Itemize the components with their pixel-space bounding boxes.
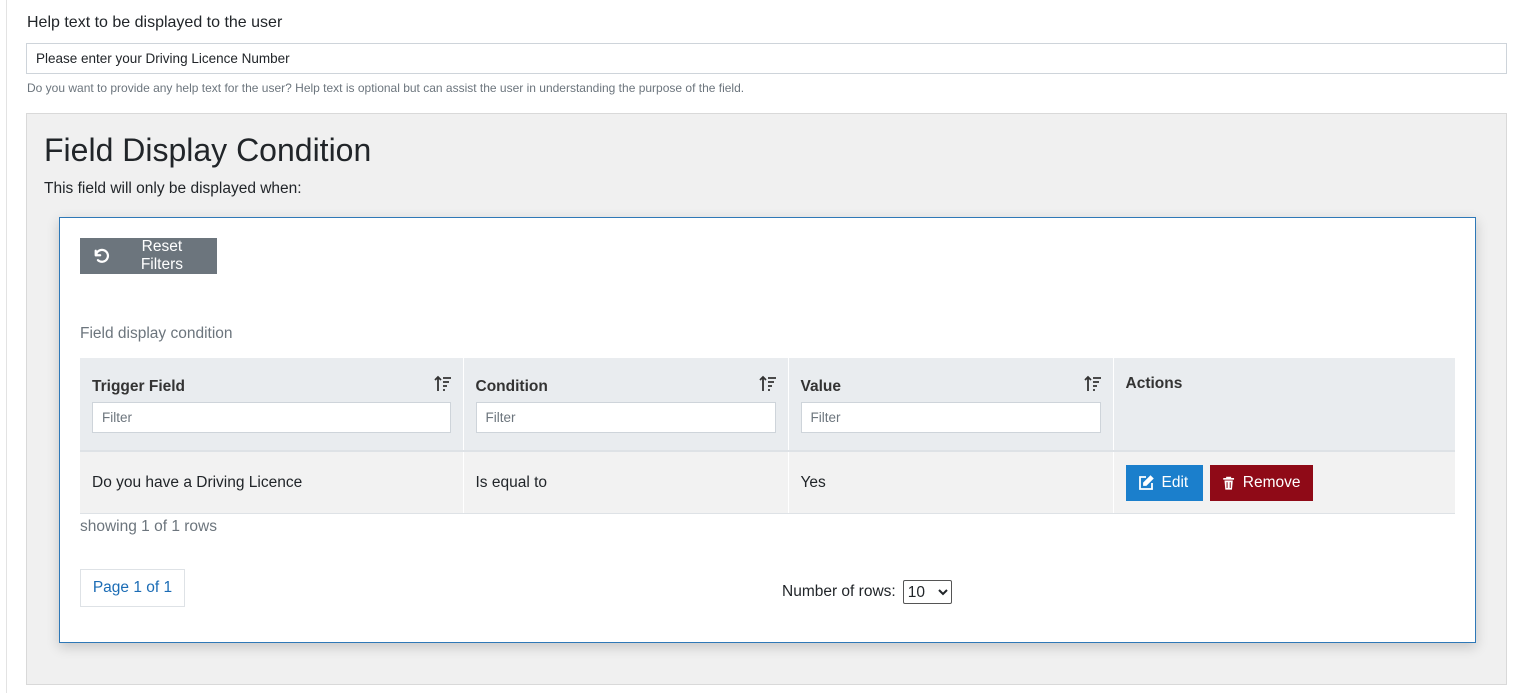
trigger-field-cell: Do you have a Driving Licence [80,451,463,514]
trigger-field-filter-input[interactable] [92,402,451,433]
rows-per-page: Number of rows: 10 [782,580,952,604]
conditions-panel: Reset Filters Field display condition Tr… [59,217,1476,643]
help-text-label: Help text to be displayed to the user [27,14,283,31]
condition-filter-input[interactable] [475,402,776,433]
reset-filters-button[interactable]: Reset Filters [80,238,217,274]
remove-button[interactable]: Remove [1209,464,1313,501]
value-cell: Yes [787,451,1113,514]
edit-label: Edit [1161,473,1189,491]
table-caption: Field display condition [80,325,233,342]
edit-icon [1138,474,1154,490]
value-filter-input[interactable] [800,402,1101,433]
page-indicator-button[interactable]: Page 1 of 1 [80,569,185,607]
section-title: Field Display Condition [44,132,372,168]
edit-button[interactable]: Edit [1125,464,1203,501]
page-left-border [6,0,7,693]
field-display-condition-section: Field Display Condition This field will … [26,113,1507,685]
help-text-hint: Do you want to provide any help text for… [27,81,745,95]
undo-icon [94,248,110,263]
rows-per-page-select[interactable]: 10 [902,580,952,604]
sort-icon[interactable] [1083,375,1102,392]
trash-icon [1222,476,1234,490]
condition-cell: Is equal to [462,451,788,514]
help-text-input[interactable] [26,43,1507,74]
reset-filters-label: Reset Filters [140,238,184,273]
column-header-trigger-field: Trigger Field [80,358,463,452]
table-row: Do you have a Driving Licence Is equal t… [80,451,1455,514]
rows-per-page-label: Number of rows: [782,583,896,600]
column-label: Value [800,378,842,395]
sort-icon[interactable] [433,375,452,392]
column-header-value: Value [787,358,1113,452]
column-header-condition: Condition [462,358,788,452]
column-label: Trigger Field [92,378,186,395]
row-count-text: showing 1 of 1 rows [80,518,217,535]
section-subtitle: This field will only be displayed when: [44,180,302,197]
column-label: Condition [475,378,548,395]
conditions-table: Trigger Field Condition [80,358,1455,514]
sort-icon[interactable] [758,375,777,392]
column-header-actions: Actions [1112,358,1455,452]
column-label: Actions [1125,375,1183,392]
remove-label: Remove [1242,473,1301,491]
actions-cell: Edit Remove [1112,451,1455,514]
